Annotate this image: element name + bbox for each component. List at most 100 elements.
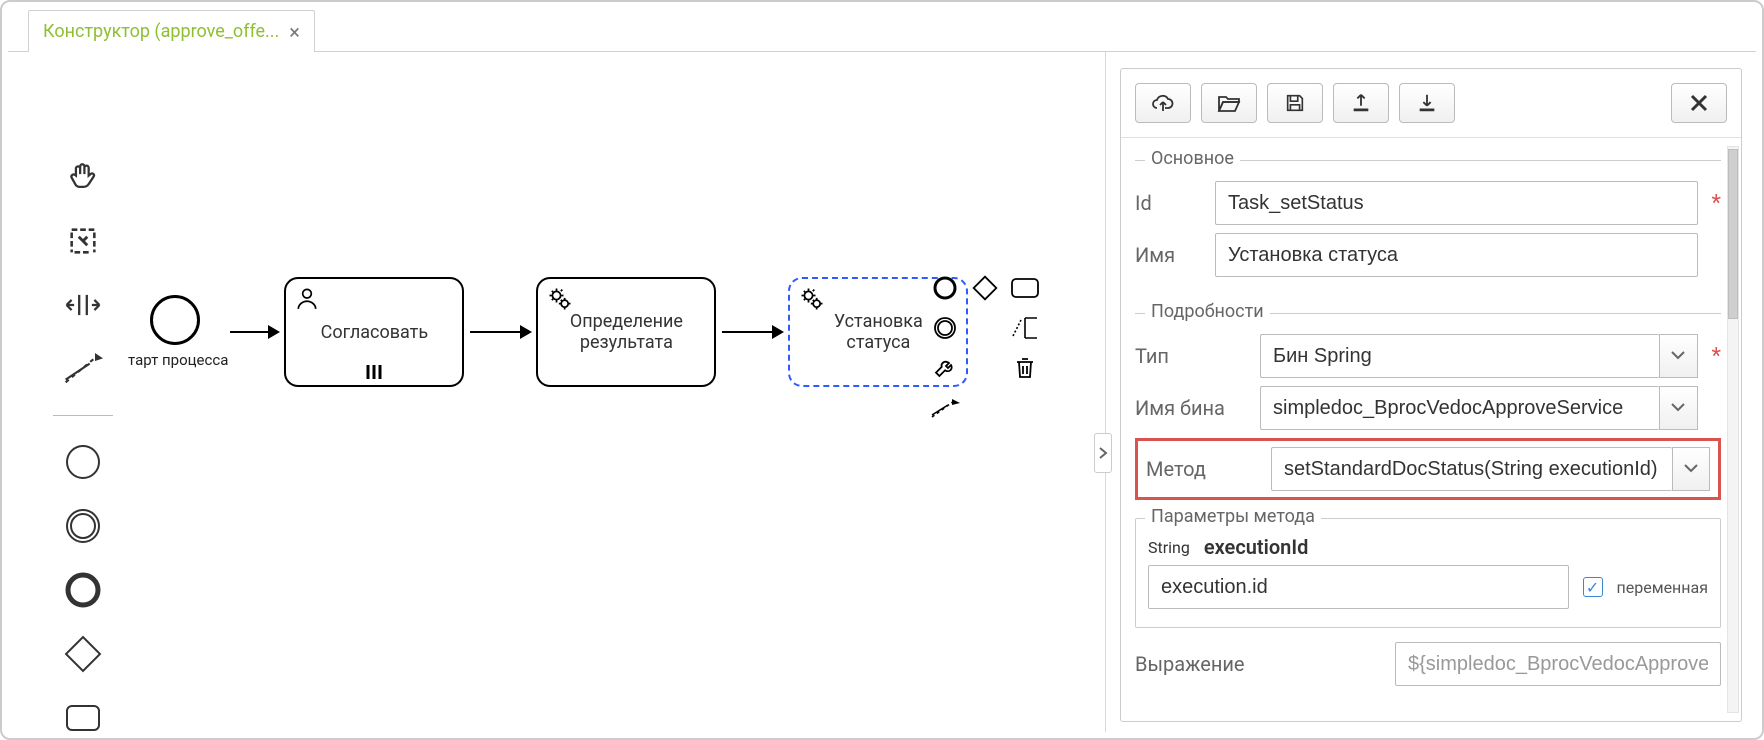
variable-checkbox[interactable]: ✓ [1583,577,1603,597]
method-dropdown-button[interactable] [1672,447,1710,491]
connection-tool[interactable] [63,349,103,389]
palette-separator [53,415,113,416]
close-icon[interactable]: × [289,22,300,42]
intermediate-event-icon [64,507,102,545]
scrollbar-thumb[interactable] [1728,149,1738,319]
task-label-line1: Определение [570,311,683,332]
task-label-line2: статуса [846,332,910,353]
ctx-text-annotation[interactable] [1008,311,1042,345]
context-pad [928,271,1042,425]
user-icon [294,285,320,311]
close-button[interactable] [1671,83,1727,123]
chevron-down-icon [1670,350,1686,362]
required-marker: * [1712,191,1721,216]
group-title: Параметры метода [1145,506,1321,527]
cloud-upload-icon [1151,93,1175,113]
bean-dropdown-button[interactable] [1659,386,1697,430]
gateway-tool[interactable] [63,634,103,674]
param-name: executionId [1204,535,1308,559]
ctx-task[interactable] [1008,271,1042,305]
field-label-expression: Выражение [1135,652,1385,676]
ctx-connection[interactable] [928,391,962,425]
open-button[interactable] [1201,83,1257,123]
group-details: Подробности Тип * Имя [1135,301,1721,700]
required-marker: * [1712,344,1721,369]
field-label-method: Метод [1146,457,1261,481]
lasso-icon [66,224,100,258]
name-input[interactable] [1215,233,1698,277]
upload-icon [1350,92,1372,114]
group-title: Основное [1145,148,1240,169]
start-event-tool[interactable] [63,442,103,482]
task-define-result[interactable]: Определение результата [536,277,716,387]
gateway-icon [64,635,102,673]
ctx-intermediate-event[interactable] [928,311,962,345]
bean-select[interactable] [1260,386,1659,430]
download-icon [1416,92,1438,114]
start-event-icon [64,443,102,481]
method-select[interactable] [1271,447,1672,491]
start-event-node[interactable] [150,295,200,345]
close-icon [1690,94,1708,112]
field-label-type: Тип [1135,344,1250,368]
start-event-label: тарт процесса [128,351,228,369]
hand-tool[interactable] [63,157,103,197]
type-dropdown-button[interactable] [1659,334,1697,378]
group-title: Подробности [1145,301,1270,322]
subprocess-tool[interactable] [63,698,103,738]
bpmn-canvas[interactable]: тарт процесса Согласовать [128,277,972,387]
tab-bar: Конструктор (approve_offe... × [8,8,1756,52]
tab-constructor[interactable]: Конструктор (approve_offe... × [28,10,315,52]
type-select[interactable] [1260,334,1659,378]
ctx-wrench[interactable] [928,351,962,385]
sequence-flow[interactable] [230,331,278,333]
id-input[interactable] [1215,181,1698,225]
open-icon [1217,93,1241,113]
subprocess-icon [64,703,102,733]
save-icon [1284,92,1306,114]
tab-title: Конструктор (approve_offe... [43,21,279,42]
multi-instance-marker [286,365,462,379]
save-button[interactable] [1267,83,1323,123]
group-params: Параметры метода String executionId ✓ [1135,506,1721,628]
chevron-down-icon [1683,463,1699,475]
gear-icon [546,285,574,313]
variable-label: переменная [1617,578,1708,597]
properties-panel: Основное Id * Имя * [1106,52,1756,732]
task-label-line2: результата [580,332,673,353]
hand-icon [66,160,100,194]
method-row-highlight: Метод [1135,438,1721,500]
connection-icon [63,352,103,386]
panel-collapse-handle[interactable] [1094,433,1112,473]
panel-toolbar [1121,69,1741,138]
bpmn-editor[interactable]: тарт процесса Согласовать [8,52,1106,732]
ctx-trash[interactable] [1008,351,1042,385]
task-label: Согласовать [321,322,428,343]
group-main: Основное Id * Имя * [1135,148,1721,291]
gear-icon [798,285,826,313]
download-button[interactable] [1399,83,1455,123]
task-label-line1: Установка [834,311,923,332]
chevron-down-icon [1670,402,1686,414]
upload-button[interactable] [1333,83,1389,123]
expression-input[interactable] [1395,642,1721,686]
space-icon [64,288,102,322]
end-event-icon [64,571,102,609]
field-label-bean: Имя бина [1135,396,1250,420]
field-label-id: Id [1135,191,1205,215]
intermediate-event-tool[interactable] [63,506,103,546]
lasso-tool[interactable] [63,221,103,261]
param-value-input[interactable] [1148,565,1569,609]
deploy-button[interactable] [1135,83,1191,123]
space-tool[interactable] [63,285,103,325]
task-approve[interactable]: Согласовать [284,277,464,387]
sequence-flow[interactable] [470,331,530,333]
sequence-flow[interactable] [722,331,782,333]
param-type: String [1148,538,1190,557]
panel-scrollbar[interactable] [1727,146,1739,713]
field-label-name: Имя [1135,243,1205,267]
ctx-gateway[interactable] [968,271,1002,305]
palette [48,157,118,738]
end-event-tool[interactable] [63,570,103,610]
ctx-end-event[interactable] [928,271,962,305]
